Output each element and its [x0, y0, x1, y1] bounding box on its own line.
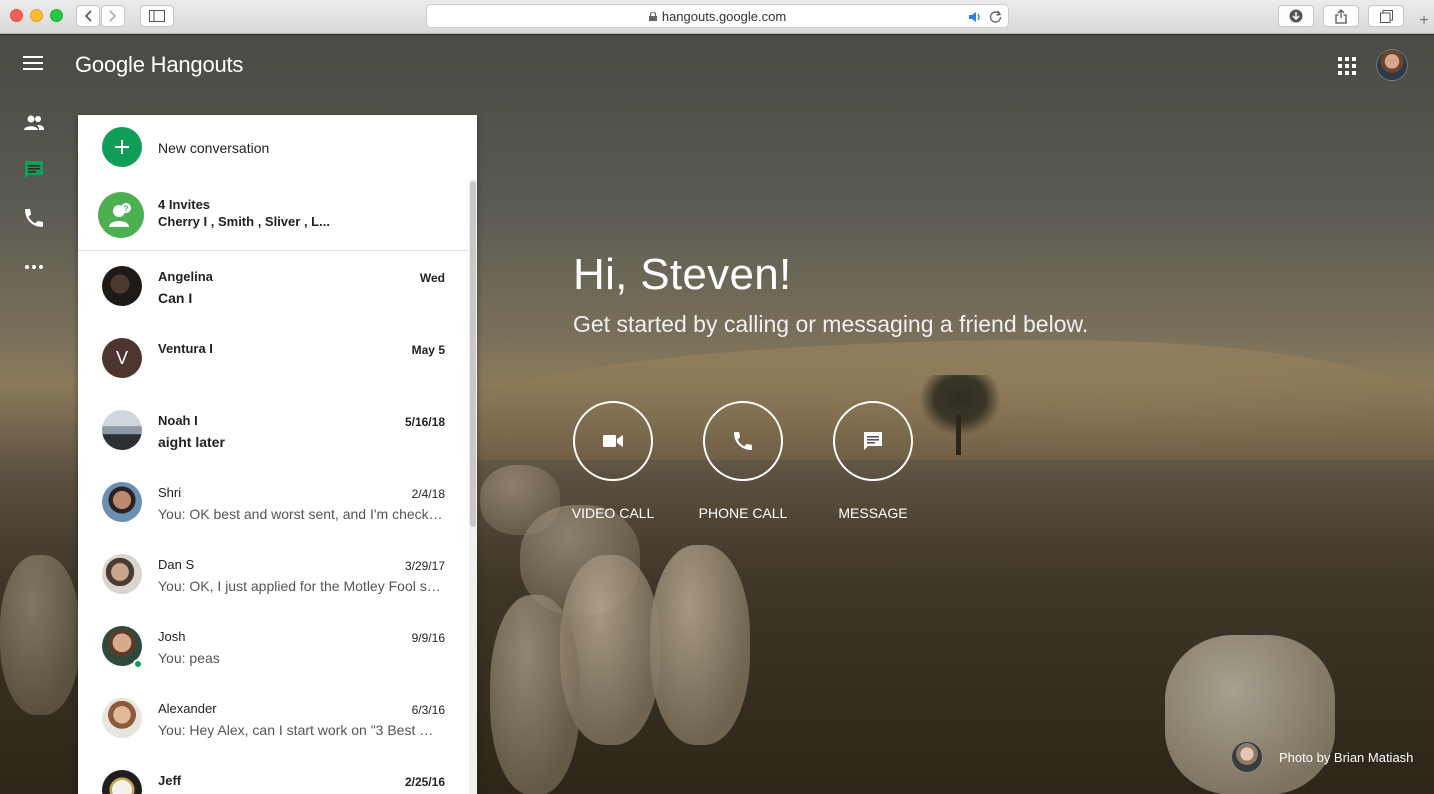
- url-text: hangouts.google.com: [661, 8, 787, 24]
- conversation-name: Josh: [158, 629, 186, 644]
- close-window-button[interactable]: [10, 9, 23, 22]
- conversation-date: 9/9/16: [411, 631, 445, 645]
- conversation-date: 5/16/18: [404, 415, 445, 429]
- chevron-left-icon: [84, 10, 92, 22]
- conversations-icon[interactable]: [23, 159, 45, 181]
- tabs-icon: [1379, 9, 1393, 23]
- conversation-item[interactable]: Shri 2/4/18 You: OK best and worst sent,…: [78, 467, 469, 539]
- invites-title: 4 Invites: [158, 197, 211, 212]
- sidebar-icon: [149, 10, 165, 22]
- conversation-date: May 5: [411, 343, 445, 357]
- conversation-item[interactable]: Josh 9/9/16 You: peas: [78, 611, 469, 683]
- share-icon: [1335, 8, 1347, 24]
- conversation-name: Alexander: [158, 701, 217, 716]
- conversation-date: 6/3/16: [411, 703, 445, 717]
- conversation-name: Jeff: [158, 773, 182, 788]
- google-apps-button[interactable]: [1338, 57, 1356, 75]
- background-sheep: [650, 545, 750, 745]
- conversation-preview: You: OK best and worst sent, and I'm che…: [158, 506, 445, 522]
- download-icon: [1289, 9, 1303, 23]
- plus-icon: [102, 127, 142, 167]
- conversation-preview: You: OK, I just applied for the Motley F…: [158, 578, 445, 594]
- forward-button[interactable]: [101, 5, 125, 27]
- svg-text:?: ?: [124, 205, 129, 214]
- photographer-avatar[interactable]: [1231, 741, 1263, 773]
- background-sheep: [0, 555, 80, 715]
- conversation-date: 2/25/16: [404, 775, 445, 789]
- video-camera-icon: [603, 435, 623, 447]
- conversation-item[interactable]: Noah I 5/16/18 aight later: [78, 395, 469, 467]
- lock-icon: [648, 11, 657, 21]
- phone-call-button[interactable]: [703, 401, 783, 481]
- avatar: [102, 770, 142, 794]
- reload-icon[interactable]: [989, 10, 1002, 23]
- conversation-name: Angelina: [158, 269, 213, 284]
- contacts-icon[interactable]: [23, 112, 45, 134]
- avatar: [102, 266, 142, 306]
- invites-names: Cherry I , Smith , Sliver , L...: [158, 214, 330, 229]
- scrollbar-thumb[interactable]: [470, 181, 476, 527]
- avatar: [102, 698, 142, 738]
- fullscreen-window-button[interactable]: [50, 9, 63, 22]
- message-button[interactable]: [833, 401, 913, 481]
- avatar-initial: V: [115, 347, 128, 368]
- conversation-date: 2/4/18: [411, 487, 445, 501]
- avatar: [102, 482, 142, 522]
- conversation-scrollbar[interactable]: [469, 179, 477, 794]
- conversation-list: Angelina Wed Can I V Ventura I May 5 Noa…: [78, 251, 469, 794]
- greeting-title: Hi, Steven!: [573, 250, 792, 299]
- photo-credit[interactable]: Photo by Brian Matiash: [1279, 750, 1413, 765]
- message-icon: [864, 432, 882, 450]
- tabs-overview-button[interactable]: [1368, 5, 1404, 27]
- conversation-name: Ventura I: [158, 341, 213, 356]
- conversation-item[interactable]: Alexander 6/3/16 You: Hey Alex, can I st…: [78, 683, 469, 755]
- video-call-label: VIDEO CALL: [571, 505, 655, 521]
- phone-calls-icon[interactable]: [23, 207, 45, 229]
- background-tree-trunk: [956, 415, 961, 455]
- minimize-window-button[interactable]: [30, 9, 43, 22]
- conversation-item[interactable]: Jeff 2/25/16: [78, 755, 469, 794]
- online-status-indicator: [133, 659, 143, 669]
- chevron-right-icon: [109, 10, 117, 22]
- main-menu-button[interactable]: [23, 56, 43, 70]
- avatar: [102, 410, 142, 450]
- conversation-name: Noah I: [158, 413, 198, 428]
- hangouts-background: Google Hangouts New conversation ? 4 Inv…: [0, 35, 1434, 794]
- sidebar-toggle-button[interactable]: [140, 5, 174, 27]
- browser-toolbar: hangouts.google.com +: [0, 0, 1434, 34]
- conversation-date: Wed: [419, 271, 445, 285]
- conversation-preview: aight later: [158, 434, 225, 450]
- account-avatar[interactable]: [1376, 49, 1408, 81]
- conversation-name: Dan S: [158, 557, 195, 572]
- new-conversation-label: New conversation: [158, 140, 270, 156]
- google-hangouts-logo: Google Hangouts: [75, 52, 244, 77]
- phone-icon: [734, 432, 752, 450]
- downloads-button[interactable]: [1278, 5, 1314, 27]
- conversation-name: Shri: [158, 485, 182, 500]
- conversation-item[interactable]: Dan S 3/29/17 You: OK, I just applied fo…: [78, 539, 469, 611]
- background-sheep: [490, 595, 580, 794]
- share-button[interactable]: [1323, 5, 1359, 27]
- more-options-icon[interactable]: [23, 256, 45, 278]
- back-button[interactable]: [76, 5, 100, 27]
- conversation-preview: Can I: [158, 290, 193, 306]
- conversation-item[interactable]: V Ventura I May 5: [78, 323, 469, 395]
- phone-call-label: PHONE CALL: [698, 505, 788, 521]
- greeting-subtitle: Get started by calling or messaging a fr…: [573, 311, 1089, 337]
- conversation-preview: You: peas: [158, 650, 220, 666]
- address-bar[interactable]: hangouts.google.com: [426, 4, 1009, 28]
- speaker-icon[interactable]: [968, 11, 982, 23]
- new-tab-button[interactable]: +: [1414, 8, 1434, 34]
- avatar: V: [102, 338, 142, 378]
- invite-person-icon: ?: [98, 192, 144, 238]
- conversation-preview: You: Hey Alex, can I start work on "3 Be…: [158, 722, 445, 738]
- message-label: MESSAGE: [838, 505, 908, 521]
- conversation-date: 3/29/17: [404, 559, 445, 573]
- video-call-button[interactable]: [573, 401, 653, 481]
- conversation-item[interactable]: Angelina Wed Can I: [78, 251, 469, 323]
- avatar: [102, 554, 142, 594]
- invites-item[interactable]: ? 4 Invites Cherry I , Smith , Sliver , …: [78, 179, 469, 251]
- conversation-panel: New conversation ? 4 Invites Cherry I , …: [78, 115, 477, 794]
- new-conversation-button[interactable]: New conversation: [78, 115, 477, 179]
